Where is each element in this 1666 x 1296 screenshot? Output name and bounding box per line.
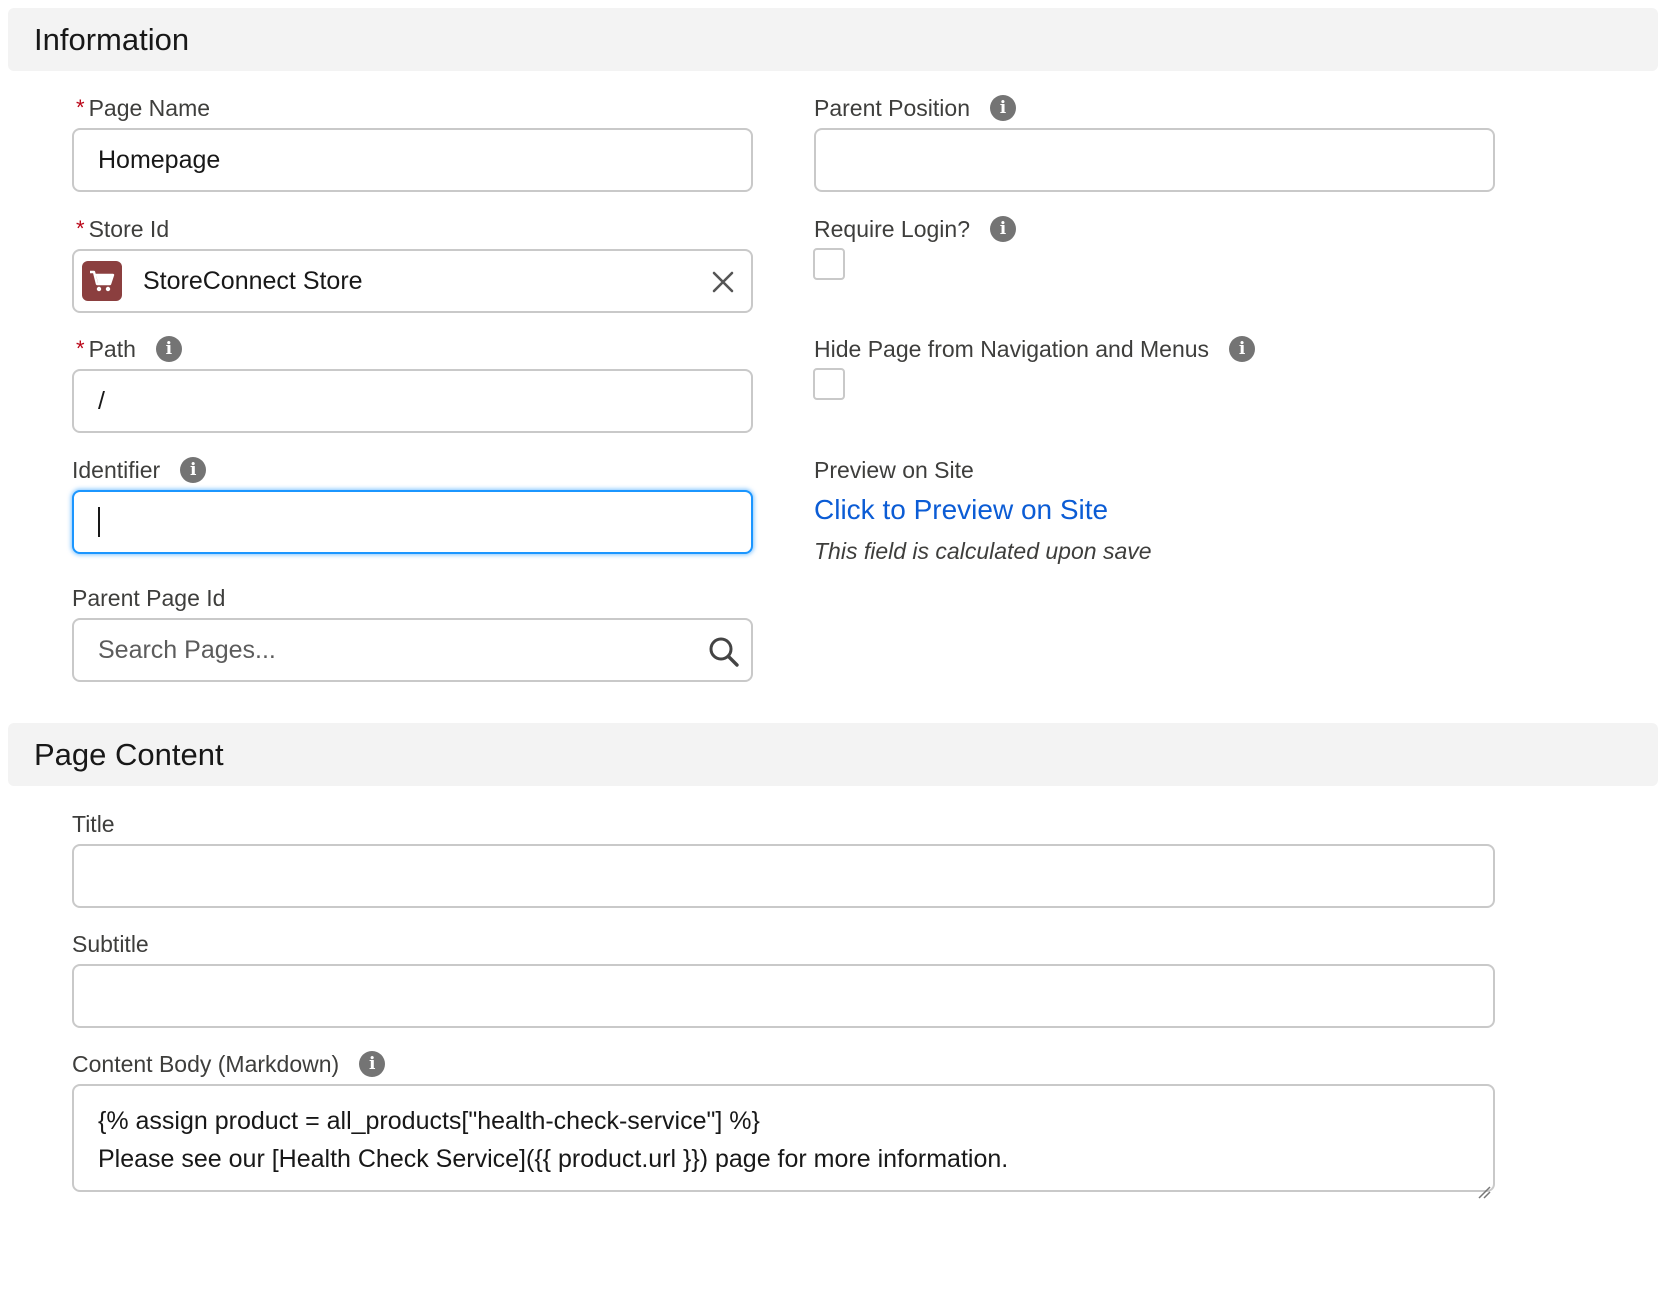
identifier-label: Identifier i	[72, 455, 207, 485]
content-body-line: {% assign product = all_products["health…	[98, 1107, 760, 1135]
required-marker: *	[76, 95, 85, 120]
parent-position-label-text: Parent Position	[814, 94, 970, 121]
parent-position-label: Parent Position i	[814, 93, 1016, 123]
section-title: Information	[34, 22, 190, 57]
resize-handle-icon[interactable]	[1475, 1172, 1491, 1199]
title-label-text: Title	[72, 810, 115, 837]
page-name-label-text: Page Name	[88, 94, 211, 121]
hide-page-label-text: Hide Page from Navigation and Menus	[814, 335, 1210, 362]
content-body-label: Content Body (Markdown) i	[72, 1049, 386, 1079]
require-login-checkbox[interactable]	[813, 248, 845, 280]
content-body-line: Please see our [Health Check Service]({{…	[98, 1145, 1009, 1173]
info-icon[interactable]: i	[990, 216, 1017, 242]
info-icon[interactable]: i	[989, 95, 1016, 121]
subtitle-label: Subtitle	[72, 929, 149, 959]
parent-page-id-label-text: Parent Page Id	[72, 584, 226, 611]
preview-link[interactable]: Click to Preview on Site	[814, 494, 1108, 526]
info-icon[interactable]: i	[359, 1051, 386, 1077]
info-icon[interactable]: i	[1229, 336, 1256, 362]
store-id-label: * Store Id	[76, 214, 169, 244]
info-icon[interactable]: i	[155, 336, 182, 362]
path-input[interactable]: /	[72, 369, 753, 433]
clear-icon[interactable]	[709, 268, 737, 296]
parent-page-search-input[interactable]: Search Pages...	[72, 618, 753, 682]
info-icon[interactable]: i	[180, 457, 207, 483]
page-content-section-header: Page Content	[8, 723, 1658, 786]
path-label-text: Path	[88, 335, 136, 362]
hide-page-checkbox[interactable]	[813, 368, 845, 400]
subtitle-label-text: Subtitle	[72, 930, 149, 957]
page-name-input[interactable]: Homepage	[72, 128, 753, 192]
store-id-label-text: Store Id	[88, 215, 170, 242]
store-id-value: StoreConnect Store	[143, 266, 363, 295]
cart-icon	[82, 261, 122, 301]
identifier-input[interactable]	[72, 490, 753, 554]
text-cursor	[98, 507, 100, 537]
page-name-value: Homepage	[98, 145, 221, 174]
section-title: Page Content	[34, 737, 224, 772]
identifier-label-text: Identifier	[72, 456, 161, 483]
parent-page-id-label: Parent Page Id	[72, 583, 225, 613]
page-name-label: * Page Name	[76, 93, 210, 123]
preview-label-text: Preview on Site	[814, 456, 974, 483]
content-body-label-text: Content Body (Markdown)	[72, 1050, 340, 1077]
required-marker: *	[76, 336, 85, 361]
path-label: * Path i	[76, 334, 182, 364]
parent-page-placeholder: Search Pages...	[98, 635, 276, 664]
search-icon	[707, 635, 741, 669]
require-login-label-text: Require Login?	[814, 215, 971, 242]
preview-label: Preview on Site	[814, 455, 974, 485]
parent-position-input[interactable]	[814, 128, 1495, 192]
store-id-lookup[interactable]: StoreConnect Store	[72, 249, 753, 313]
required-marker: *	[76, 216, 85, 241]
subtitle-input[interactable]	[72, 964, 1495, 1028]
hide-page-label: Hide Page from Navigation and Menus i	[814, 334, 1256, 364]
information-section-header: Information	[8, 8, 1658, 71]
title-label: Title	[72, 809, 115, 839]
content-body-textarea[interactable]: {% assign product = all_products["health…	[72, 1084, 1495, 1199]
preview-help-text: This field is calculated upon save	[814, 538, 1152, 564]
path-value: /	[98, 386, 105, 415]
title-input[interactable]	[72, 844, 1495, 908]
require-login-label: Require Login? i	[814, 214, 1017, 244]
